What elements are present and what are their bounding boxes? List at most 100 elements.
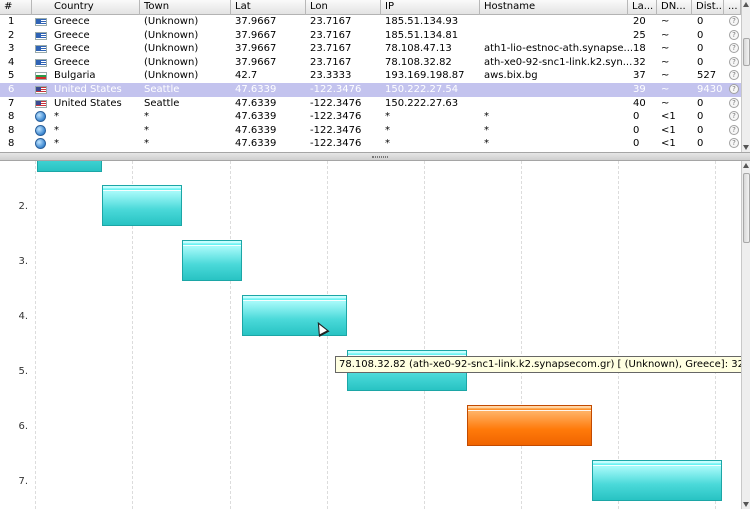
cell-num: 1 [8,16,15,27]
cell-lat: 37.9667 [235,43,277,55]
column-header-8[interactable]: DN... [657,0,692,15]
hop-bar[interactable] [242,295,347,336]
table-scroll-thumb[interactable] [743,38,750,66]
help-icon[interactable]: ? [729,124,739,135]
graph-scroll-thumb[interactable] [743,173,750,243]
graph-gridline [230,161,231,509]
panel-splitter[interactable] [0,152,750,161]
help-icon[interactable]: ? [729,70,739,81]
table-row[interactable]: 6 United States Seattle 47.6339 -122.3476 150… [0,83,741,97]
cell-dist: 527 [697,70,717,82]
help-icon[interactable]: ? [729,97,739,108]
help-icon[interactable]: ? [729,43,739,54]
table-header[interactable]: # Country Town Lat Lon IP Hostname La... DN... Di… [0,0,741,15]
hop-number-label: 7. [18,476,28,487]
cell-hostname [480,83,484,97]
flag-us-icon [35,99,47,108]
cell-dist: 0 [697,111,704,123]
cell-dns: ~ [661,16,670,27]
cell-latency: 20 [633,16,646,27]
timeline-graph[interactable]: 2. 3. 4. 5. 6. 7. 78.108.32.82 (ath-xe0-92-sn… [0,161,750,509]
table-vertical-scrollbar[interactable] [741,0,750,152]
hop-bar-partial[interactable] [37,161,102,172]
cell-num: 5 [8,70,15,82]
column-header-2[interactable]: Town [140,0,231,15]
graph-gridline [424,161,425,509]
table-row[interactable]: 8 * * 47.6339 -122.3476 * * 0 <1 0? [0,137,741,151]
cell-latency: 25 [633,29,646,41]
cell-lat: 47.6339 [235,84,277,95]
hop-bar[interactable] [182,240,242,281]
hop-bar[interactable] [467,405,592,446]
cell-num: 3 [8,43,15,55]
cell-lon: -122.3476 [310,97,362,109]
cell-country: Greece [54,29,90,41]
cell-latency: 0 [633,138,640,150]
column-header-3[interactable]: Lat [231,0,306,15]
graph-vertical-scrollbar[interactable] [741,161,750,509]
cell-lat: 37.9667 [235,56,277,68]
cell-num: 8 [8,111,15,123]
column-header-7[interactable]: La... [628,0,657,15]
help-icon[interactable]: ? [729,111,739,122]
cell-dns: ~ [661,84,670,95]
column-header-4[interactable]: Lon [306,0,381,15]
hop-table[interactable]: # Country Town Lat Lon IP Hostname La... DN... Di… [0,0,750,152]
cell-dist: 0 [697,124,704,136]
cell-latency: 37 [633,70,646,82]
table-row[interactable]: 2 Greece (Unknown) 37.9667 23.7167 185.51.134… [0,29,741,43]
cell-dns: <1 [661,124,676,136]
cell-ip: 78.108.32.82 [385,56,452,68]
cell-ip: 78.108.47.13 [385,43,452,55]
scroll-down-arrow-icon[interactable] [743,145,749,150]
cell-dns: ~ [661,56,670,68]
cell-hostname [480,97,484,111]
cell-latency: 40 [633,97,646,109]
cell-latency: 0 [633,111,640,123]
hop-bar[interactable] [102,185,182,226]
table-row[interactable]: 5 Bulgaria (Unknown) 42.7 23.3333 193.169.198… [0,69,741,83]
help-icon[interactable]: ? [729,29,739,40]
hop-tooltip: 78.108.32.82 (ath-xe0-92-snc1-link.k2.sy… [335,356,750,373]
help-icon[interactable]: ? [729,16,739,26]
cell-town: (Unknown) [144,16,199,27]
column-header-6[interactable]: Hostname [480,0,628,15]
table-row[interactable]: 1 Greece (Unknown) 37.9667 23.7167 185.51.134… [0,15,741,29]
globe-icon [35,124,46,136]
scroll-up-arrow-icon[interactable] [743,2,749,7]
table-row[interactable]: 8 * * 47.6339 -122.3476 * * 0 <1 0? [0,124,741,138]
globe-icon [35,138,46,150]
hop-number-label: 5. [18,366,28,377]
table-row[interactable]: 7 United States Seattle 47.6339 -122.3476 150… [0,97,741,111]
column-header-1[interactable]: Country [50,0,140,15]
cell-ip: 150.222.27.63 [385,97,459,109]
graph-gridline [618,161,619,509]
column-header-0[interactable]: # [0,0,32,15]
table-row[interactable]: 3 Greece (Unknown) 37.9667 23.7167 78.108.47.… [0,42,741,56]
cell-country: Greece [54,16,90,27]
table-row[interactable]: 8 * * 47.6339 -122.3476 * * 0 <1 0? [0,110,741,124]
cell-hostname [480,15,484,29]
help-icon[interactable]: ? [729,138,739,149]
cell-dist: 0 [697,43,704,55]
cell-country: Greece [54,56,90,68]
cell-dist: 0 [697,29,704,41]
graph-scroll-up-arrow-icon[interactable] [743,163,749,168]
cell-lat: 42.7 [235,70,258,82]
column-header-9[interactable]: Dist... [692,0,724,15]
cell-lat: 47.6339 [235,97,277,109]
graph-scroll-down-arrow-icon[interactable] [743,502,749,507]
cell-latency: 0 [633,124,640,136]
cell-country: * [54,124,59,136]
hop-bar[interactable] [592,460,722,501]
cell-latency: 18 [633,43,646,55]
help-icon[interactable]: ? [729,84,739,94]
cell-lat: 47.6339 [235,138,277,150]
table-row[interactable]: 4 Greece (Unknown) 37.9667 23.7167 78.108.32.… [0,56,741,70]
cell-hostname: * [484,124,489,136]
flag-gr-icon [35,31,47,40]
splitter-grip-icon[interactable] [372,156,388,158]
column-header-10[interactable]: ... [724,0,741,15]
column-header-5[interactable]: IP [381,0,480,15]
help-icon[interactable]: ? [729,56,739,67]
